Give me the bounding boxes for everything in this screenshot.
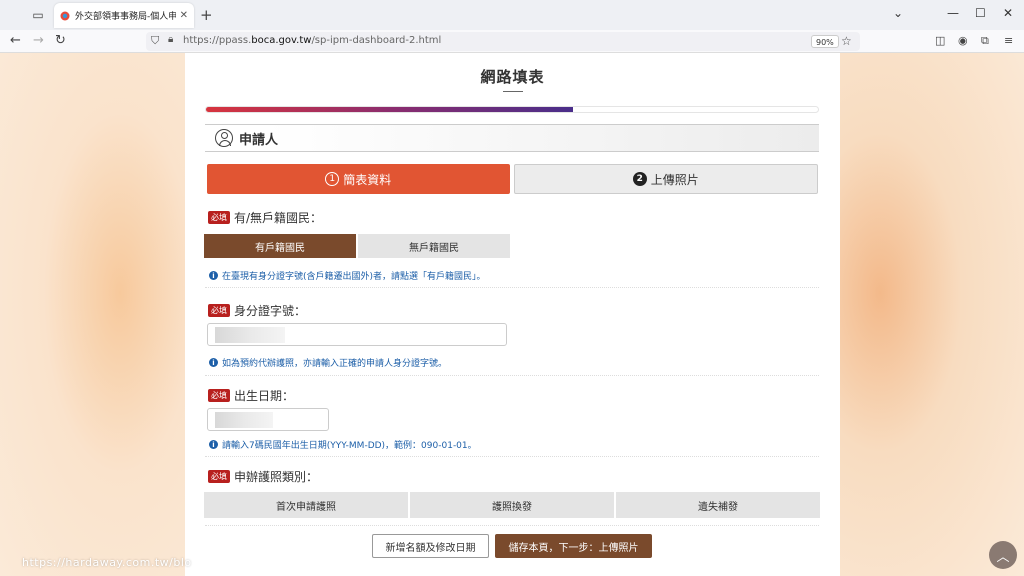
id-number-note-text: 如為預約代辦護照，亦請輸入正確的申請人身分證字號。 (222, 359, 448, 369)
birth-date-note-text: 請輸入7碼民國年出生日期(YYY-MM-DD)，範例：090-01-01。 (222, 441, 477, 451)
close-window-icon[interactable]: ✕ (1003, 6, 1013, 20)
progress-fill (206, 107, 574, 112)
redacted-value (215, 412, 273, 428)
browser-tab[interactable]: 外交部領事事務局-個人申辦護照 ✕ (54, 3, 194, 28)
tab-title: 外交部領事事務局-個人申辦護照 (75, 12, 176, 22)
id-number-note: i 如為預約代辦護照，亦請輸入正確的申請人身分證字號。 (209, 356, 447, 369)
site-favicon-icon (60, 11, 70, 21)
info-icon: i (209, 358, 218, 367)
extensions-icon[interactable]: ⧉ (981, 34, 989, 48)
required-badge: 必填 (208, 304, 230, 317)
step-tabs: 1 簡表資料 2 上傳照片 (207, 164, 818, 194)
close-tab-icon[interactable]: ✕ (180, 10, 188, 21)
reload-icon[interactable]: ↻ (55, 33, 66, 48)
birth-date-label-text: 出生日期： (234, 389, 295, 403)
account-icon[interactable]: ◉ (958, 34, 968, 47)
id-number-input[interactable] (207, 323, 507, 346)
id-number-label-text: 身分證字號： (234, 304, 307, 318)
background-right (840, 53, 1024, 576)
option-no-household[interactable]: 無戶籍國民 (358, 234, 510, 258)
step-label: 簡表資料 (343, 172, 392, 187)
add-name-button[interactable]: 新增名額及修改日期 (372, 534, 489, 558)
maximize-icon[interactable]: ☐ (975, 6, 986, 20)
chevron-up-icon: ︿ (996, 549, 1010, 565)
passport-type-label: 必填 申辦護照類別： (208, 468, 318, 485)
url-text[interactable]: https://ppass.boca.gov.tw/sp-ipm-dashboa… (183, 35, 441, 46)
divider (205, 456, 819, 457)
shield-icon[interactable]: ⛉ (151, 34, 159, 48)
save-next-button[interactable]: 儲存本頁，下一步：上傳照片 (495, 534, 652, 558)
zoom-level-badge[interactable]: 90% (811, 35, 839, 48)
step-tab-upload-photo[interactable]: 2 上傳照片 (513, 164, 818, 194)
divider (205, 375, 819, 376)
step-label: 上傳照片 (650, 172, 699, 187)
option-household-registered[interactable]: 有戶籍國民 (204, 234, 356, 258)
url-bar[interactable]: ⛉ 🔒︎ https://ppass.boca.gov.tw/sp-ipm-da… (146, 32, 860, 51)
birth-date-label: 必填 出生日期： (208, 387, 294, 404)
browser-nav-bar: ← → ↻ ⛉ 🔒︎ https://ppass.boca.gov.tw/sp-… (0, 30, 1024, 53)
info-icon: i (209, 440, 218, 449)
page-title: 網路填表 (480, 68, 545, 86)
birth-date-input[interactable] (207, 408, 329, 431)
pocket-icon[interactable]: ◫ (935, 34, 945, 47)
nationality-note: i 在臺現有身分證字號(含戶籍遷出國外)者，請點選「有戶籍國民」。 (209, 269, 486, 282)
title-divider (503, 91, 523, 92)
minimize-icon[interactable]: — (947, 6, 959, 20)
form-card: 網路填表 申請人 1 簡表資料 2 上傳照片 必填 有/無戶籍國民： 有戶籍國民… (185, 53, 840, 576)
forward-arrow-icon[interactable]: → (33, 33, 44, 48)
required-badge: 必填 (208, 211, 230, 224)
nationality-label-text: 有/無戶籍國民： (234, 211, 323, 225)
user-icon (215, 129, 233, 147)
lock-icon[interactable]: 🔒︎ (168, 34, 173, 45)
watermark-text: https://hardaway.com.tw/blo (22, 556, 192, 569)
browser-tab-bar: ▭ 外交部領事事務局-個人申辦護照 ✕ + ⌄ — ☐ ✕ (0, 0, 1024, 30)
back-arrow-icon[interactable]: ← (10, 33, 21, 48)
info-icon: i (209, 271, 218, 280)
new-tab-icon[interactable]: + (200, 6, 213, 24)
required-badge: 必填 (208, 389, 230, 402)
step-tab-basic-info[interactable]: 1 簡表資料 (207, 164, 510, 194)
nationality-note-text: 在臺現有身分證字號(含戶籍遷出國外)者，請點選「有戶籍國民」。 (222, 272, 486, 282)
required-badge: 必填 (208, 470, 230, 483)
nationality-label: 必填 有/無戶籍國民： (208, 209, 322, 226)
chevron-down-icon[interactable]: ⌄ (893, 6, 903, 20)
menu-icon[interactable]: ≡ (1004, 34, 1013, 47)
progress-bar (205, 106, 819, 113)
option-first-application[interactable]: 首次申請護照 (204, 492, 408, 518)
divider (205, 525, 819, 526)
divider (205, 287, 819, 288)
tab-list-icon[interactable]: ▭ (27, 4, 49, 26)
step-number: 1 (325, 172, 340, 186)
section-label: 申請人 (239, 132, 279, 148)
option-lost-replacement[interactable]: 遺失補發 (616, 492, 820, 518)
bookmark-star-icon[interactable]: ☆ (841, 34, 852, 48)
step-number: 2 (632, 172, 647, 186)
scroll-to-top-button[interactable]: ︿ (989, 541, 1017, 569)
passport-type-label-text: 申辦護照類別： (234, 470, 319, 484)
id-number-label: 必填 身分證字號： (208, 302, 306, 319)
redacted-value (215, 327, 285, 343)
option-renewal[interactable]: 護照換發 (410, 492, 614, 518)
birth-date-note: i 請輸入7碼民國年出生日期(YYY-MM-DD)，範例：090-01-01。 (209, 438, 477, 451)
section-header: 申請人 (205, 124, 819, 152)
background-left (0, 53, 185, 576)
